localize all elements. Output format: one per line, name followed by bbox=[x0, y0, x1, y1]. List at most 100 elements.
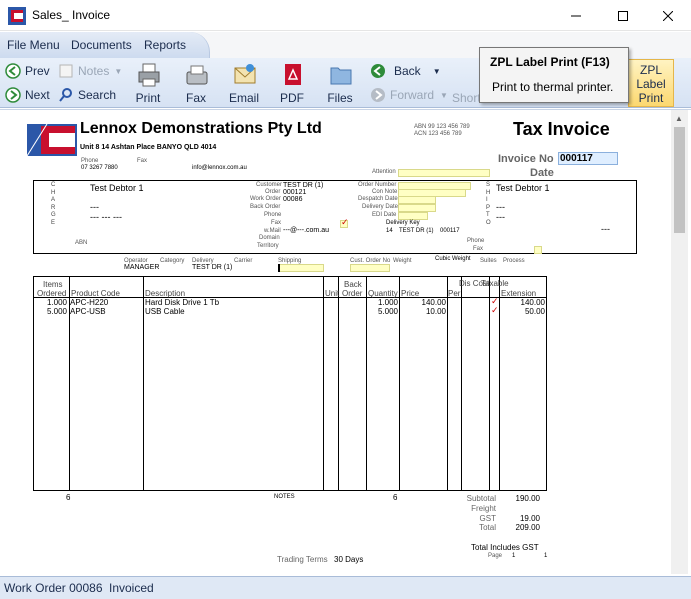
total-ordered: 6 bbox=[66, 493, 71, 502]
page-number: 1 bbox=[512, 553, 516, 559]
order-value: 000121 bbox=[283, 189, 307, 196]
shipping-field bbox=[278, 264, 324, 272]
ship-to-name: Test Debtor 1 bbox=[496, 183, 550, 193]
notes-label: Notes bbox=[78, 64, 110, 78]
fax-icon bbox=[186, 65, 208, 85]
invoice-no-field: 000117 bbox=[558, 152, 618, 165]
charge-to-vertical: CHARGE bbox=[51, 182, 56, 226]
zpl-tooltip: ZPL Label Print (F13) Print to thermal p… bbox=[479, 47, 629, 103]
ship-to-line1: --- bbox=[496, 202, 505, 212]
back-button[interactable]: Back ▼ bbox=[370, 63, 441, 79]
status-state: Invoiced bbox=[109, 581, 154, 595]
work-order-value: 00086 bbox=[283, 196, 303, 203]
pdf-label: PDF bbox=[280, 91, 304, 105]
subtotal-value: 190.00 bbox=[515, 494, 540, 503]
despatch-date-field bbox=[398, 196, 436, 204]
work-order-label: Work Order bbox=[250, 196, 281, 202]
next-label: Next bbox=[25, 88, 50, 102]
row-quantity: 1.000 bbox=[377, 298, 398, 307]
short-button[interactable]: Short bbox=[452, 91, 481, 105]
subtotal-label: Subtotal bbox=[466, 494, 496, 503]
delivery-key-label: Delivery Key bbox=[386, 220, 420, 226]
row-product-code: APC-H220 bbox=[70, 298, 109, 307]
company-email: info@lennox.com.au bbox=[192, 165, 247, 171]
col-back-order: Order bbox=[342, 289, 363, 298]
email-label: Email bbox=[228, 91, 259, 105]
despatch-date-label: Despatch Date bbox=[358, 196, 398, 202]
row-ordered: 1.000 bbox=[46, 298, 67, 307]
pdf-icon bbox=[285, 64, 301, 85]
edi-date-field bbox=[398, 212, 428, 220]
edi-date-label: EDI Date bbox=[372, 212, 397, 218]
line-items-table bbox=[33, 276, 547, 491]
forward-label: Forward bbox=[390, 88, 435, 102]
delivery-date-label: Delivery Date bbox=[362, 204, 399, 210]
minimize-button[interactable] bbox=[553, 0, 599, 31]
invoice-no-label: Invoice No bbox=[498, 153, 554, 165]
maximize-button[interactable] bbox=[600, 0, 646, 31]
print-button[interactable]: Print bbox=[125, 60, 171, 106]
zpl-label-line1: ZPL bbox=[639, 63, 662, 77]
title-bar: Sales_ Invoice bbox=[0, 0, 691, 31]
email-icon bbox=[234, 64, 256, 84]
extra-field bbox=[534, 246, 542, 254]
invoice-page: Lennox Demonstrations Pty Ltd Unit 8 14 … bbox=[0, 110, 670, 574]
col-taxable: Taxable bbox=[481, 279, 509, 288]
back-label: Back bbox=[394, 64, 421, 78]
close-icon bbox=[663, 10, 673, 21]
process-label: Process bbox=[503, 258, 525, 264]
notes-dropdown-icon: ▼ bbox=[114, 66, 123, 76]
tooltip-body: Print to thermal printer. bbox=[492, 80, 614, 94]
fax2-label: Fax bbox=[271, 220, 282, 226]
menu-file[interactable]: File Menu bbox=[7, 38, 60, 52]
scroll-thumb[interactable] bbox=[674, 127, 685, 233]
zpl-label-line3: Print bbox=[638, 91, 664, 105]
wmail-value: ---@---.com.au bbox=[283, 227, 329, 234]
short-label: Short bbox=[452, 91, 481, 105]
order-label: Order bbox=[265, 189, 281, 195]
vertical-scrollbar[interactable]: ▲ bbox=[671, 110, 688, 574]
prev-button[interactable]: Prev bbox=[5, 63, 50, 79]
ship-to-line2: --- bbox=[496, 212, 505, 222]
trading-terms-label: Trading Terms bbox=[277, 555, 328, 564]
delivery-key-order: 000117 bbox=[440, 228, 460, 234]
scroll-up-icon[interactable]: ▲ bbox=[675, 114, 683, 123]
weight-label: Weight bbox=[393, 258, 412, 264]
notes-button[interactable]: Notes ▼ bbox=[58, 63, 122, 79]
col-description: Description bbox=[145, 289, 186, 298]
company-acn: ACN 123 456 789 bbox=[414, 131, 462, 137]
window-title: Sales_ Invoice bbox=[32, 8, 111, 22]
next-button[interactable]: Next bbox=[5, 87, 50, 103]
notes-label: NOTES bbox=[274, 494, 295, 500]
tooltip-title: ZPL Label Print (F13) bbox=[490, 55, 610, 69]
col-price: Price bbox=[401, 289, 420, 298]
document-title: Tax Invoice bbox=[513, 119, 610, 139]
fax3-label: Fax bbox=[473, 246, 484, 252]
ship-to-vertical: SHIPTO bbox=[486, 182, 491, 226]
close-button[interactable] bbox=[645, 0, 691, 31]
pdf-button[interactable]: PDF bbox=[269, 60, 315, 106]
fax-button[interactable]: Fax bbox=[173, 60, 219, 106]
back-order-label: Back Order bbox=[250, 204, 281, 210]
zpl-label-print-button[interactable]: ZPL Label Print bbox=[628, 59, 674, 107]
menu-documents[interactable]: Documents bbox=[71, 38, 132, 52]
row-product-code: APC-USB bbox=[70, 307, 106, 316]
app-icon bbox=[8, 7, 26, 25]
files-button[interactable]: Files bbox=[317, 60, 363, 106]
col-extension: Extension bbox=[501, 289, 537, 298]
gst-label: GST bbox=[479, 514, 496, 523]
page-label: Page bbox=[488, 553, 503, 559]
back-arrow-icon bbox=[371, 64, 385, 78]
minimize-icon bbox=[571, 15, 581, 16]
forward-arrow-icon bbox=[371, 88, 385, 102]
forward-button[interactable]: Forward ▼ bbox=[370, 87, 448, 103]
includes-gst-label: Total Includes GST bbox=[471, 543, 539, 552]
status-bar: Work Order 00086 Invoiced bbox=[0, 576, 691, 599]
menu-reports[interactable]: Reports bbox=[144, 38, 186, 52]
total-value: 209.00 bbox=[515, 523, 540, 532]
email-button[interactable]: Email bbox=[221, 60, 267, 106]
zpl-label-line2: Label bbox=[636, 77, 666, 91]
search-button[interactable]: Search bbox=[58, 87, 116, 103]
phone-label: Phone bbox=[81, 158, 99, 164]
shipping-cursor bbox=[278, 264, 280, 272]
